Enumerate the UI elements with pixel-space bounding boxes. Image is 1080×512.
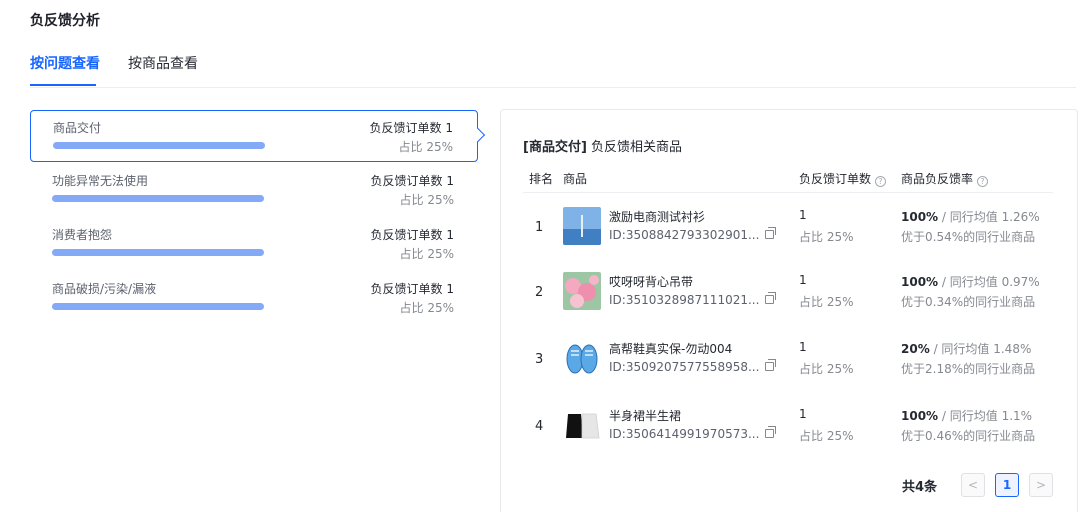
issue-name: 商品交付 <box>53 121 102 135</box>
issue-item-malfunction[interactable]: 功能异常无法使用 负反馈订单数 1 占比 25% <box>30 164 478 216</box>
issue-name: 消费者抱怨 <box>52 228 113 242</box>
product-name[interactable]: 激励电商测试衬衫 <box>609 208 705 225</box>
issue-count: 负反馈订单数 1 <box>369 121 453 135</box>
next-page-button[interactable]: > <box>1029 473 1053 497</box>
row-count: 1 <box>799 273 807 287</box>
industry-average: / 同行均值 1.1% <box>941 409 1033 423</box>
page-title: 负反馈分析 <box>30 13 100 29</box>
issue-count: 负反馈订单数 1 <box>370 228 454 242</box>
table-row: 1 激励电商测试衬衫 ID:3508842793302901... 1 占比 2… <box>501 202 1071 262</box>
product-id-text: ID:3506414991970573... <box>609 427 760 441</box>
table-row: 4 半身裙半生裙 ID:3506414991970573... 1 占比 25%… <box>501 401 1071 461</box>
issue-item-delivery[interactable]: 商品交付 负反馈订单数 1 占比 25% <box>30 110 478 162</box>
product-id-text: ID:3508842793302901... <box>609 228 760 242</box>
row-count-ratio: 占比 25% <box>799 295 854 309</box>
product-thumbnail[interactable] <box>563 406 601 444</box>
issue-ratio: 占比 25% <box>398 140 454 154</box>
tab-by-issue[interactable]: 按问题查看 <box>30 53 100 73</box>
row-count-ratio: 占比 25% <box>799 230 854 244</box>
row-rank: 3 <box>535 352 544 367</box>
pagination-total: 共4条 <box>901 480 937 495</box>
product-name[interactable]: 半身裙半生裙 <box>609 407 681 424</box>
row-rank: 4 <box>535 419 544 434</box>
issue-share-bar <box>52 303 264 310</box>
issue-count: 负反馈订单数 1 <box>370 282 454 296</box>
issue-name: 商品破损/污染/漏液 <box>52 282 157 296</box>
blue-sneakers-image <box>563 339 601 377</box>
row-rate: 20% / 同行均值 1.48% <box>901 340 1031 357</box>
product-name[interactable]: 高帮鞋真实保-勿动004 <box>609 340 732 357</box>
issue-item-complaint[interactable]: 消费者抱怨 负反馈订单数 1 占比 25% <box>30 218 478 270</box>
copy-icon[interactable] <box>765 426 777 438</box>
issue-ratio: 占比 25% <box>399 247 455 261</box>
help-icon[interactable]: ? <box>977 176 989 187</box>
issue-share-bar <box>52 249 264 256</box>
tab-by-product[interactable]: 按商品查看 <box>128 53 198 73</box>
product-id: ID:3506414991970573... <box>609 426 777 441</box>
page-button-1[interactable]: 1 <box>995 473 1019 497</box>
row-rate-compare: 优于0.46%的同行业商品 <box>901 429 1036 443</box>
product-id-text: ID:3510328987111021... <box>609 293 760 307</box>
issue-share-bar <box>52 195 264 202</box>
row-count: 1 <box>799 407 807 421</box>
product-id: ID:3510328987111021... <box>609 292 777 307</box>
product-id: ID:3509207577558958... <box>609 359 777 374</box>
header-product: 商品 <box>563 172 588 186</box>
industry-average: / 同行均值 0.97% <box>941 275 1040 289</box>
row-count-ratio: 占比 25% <box>799 429 854 443</box>
pagination: 共4条 < 1 > <box>853 473 1053 497</box>
copy-icon[interactable] <box>765 227 777 239</box>
rate-value: 100% <box>901 210 939 224</box>
view-tabs: 按问题查看 按商品查看 <box>30 50 1076 88</box>
copy-icon[interactable] <box>765 359 777 371</box>
related-products-panel: [商品交付] 负反馈相关商品 排名 商品 负反馈订单数? 商品负反馈率? 1 激… <box>500 109 1078 512</box>
issue-item-damage[interactable]: 商品破损/污染/漏液 负反馈订单数 1 占比 25% <box>30 272 478 324</box>
table-row: 3 高帮鞋真实保-勿动004 ID:3509207577558958... 1 … <box>501 334 1071 394</box>
industry-average: / 同行均值 1.26% <box>941 210 1040 224</box>
header-count-label: 负反馈订单数 <box>799 172 872 186</box>
pink-flowers-image <box>563 272 601 310</box>
row-rate: 100% / 同行均值 1.1% <box>901 407 1032 424</box>
copy-icon[interactable] <box>765 292 777 304</box>
row-count-ratio: 占比 25% <box>799 362 854 376</box>
panel-title-issue: [商品交付] <box>523 140 587 155</box>
product-thumbnail[interactable] <box>563 339 601 377</box>
issue-name: 功能异常无法使用 <box>52 174 149 188</box>
header-rank: 排名 <box>529 172 554 186</box>
product-id: ID:3508842793302901... <box>609 227 777 242</box>
issue-share-bar <box>53 142 265 149</box>
header-divider <box>523 192 1053 193</box>
header-count: 负反馈订单数? <box>799 170 887 187</box>
issue-ratio: 占比 25% <box>399 193 455 207</box>
active-tab-underline <box>30 84 96 86</box>
prev-page-button[interactable]: < <box>961 473 985 497</box>
rate-value: 20% <box>901 342 930 356</box>
issue-count: 负反馈订单数 1 <box>370 174 454 188</box>
row-count: 1 <box>799 340 807 354</box>
table-row: 2 哎呀呀背心吊带 ID:3510328987111021... 1 占比 25… <box>501 267 1071 327</box>
product-thumbnail[interactable] <box>563 272 601 310</box>
product-name[interactable]: 哎呀呀背心吊带 <box>609 273 693 290</box>
issue-ratio: 占比 25% <box>399 301 455 315</box>
row-rate-compare: 优于0.34%的同行业商品 <box>901 295 1036 309</box>
industry-average: / 同行均值 1.48% <box>933 342 1032 356</box>
row-rank: 2 <box>535 285 544 300</box>
row-rate-compare: 优于2.18%的同行业商品 <box>901 362 1036 376</box>
blue-sky-image <box>563 207 601 245</box>
row-rate: 100% / 同行均值 1.26% <box>901 208 1040 225</box>
product-thumbnail[interactable] <box>563 207 601 245</box>
black-white-skirt-image <box>563 406 601 444</box>
header-rate-label: 商品负反馈率 <box>901 172 974 186</box>
row-rank: 1 <box>535 220 544 235</box>
panel-title: [商品交付] 负反馈相关商品 <box>523 136 682 155</box>
help-icon[interactable]: ? <box>875 176 887 187</box>
rate-value: 100% <box>901 275 939 289</box>
product-id-text: ID:3509207577558958... <box>609 360 760 374</box>
row-rate-compare: 优于0.54%的同行业商品 <box>901 230 1036 244</box>
rate-value: 100% <box>901 409 939 423</box>
header-rate: 商品负反馈率? <box>901 170 989 187</box>
row-count: 1 <box>799 208 807 222</box>
row-rate: 100% / 同行均值 0.97% <box>901 273 1040 290</box>
panel-title-text: 负反馈相关商品 <box>586 140 683 155</box>
